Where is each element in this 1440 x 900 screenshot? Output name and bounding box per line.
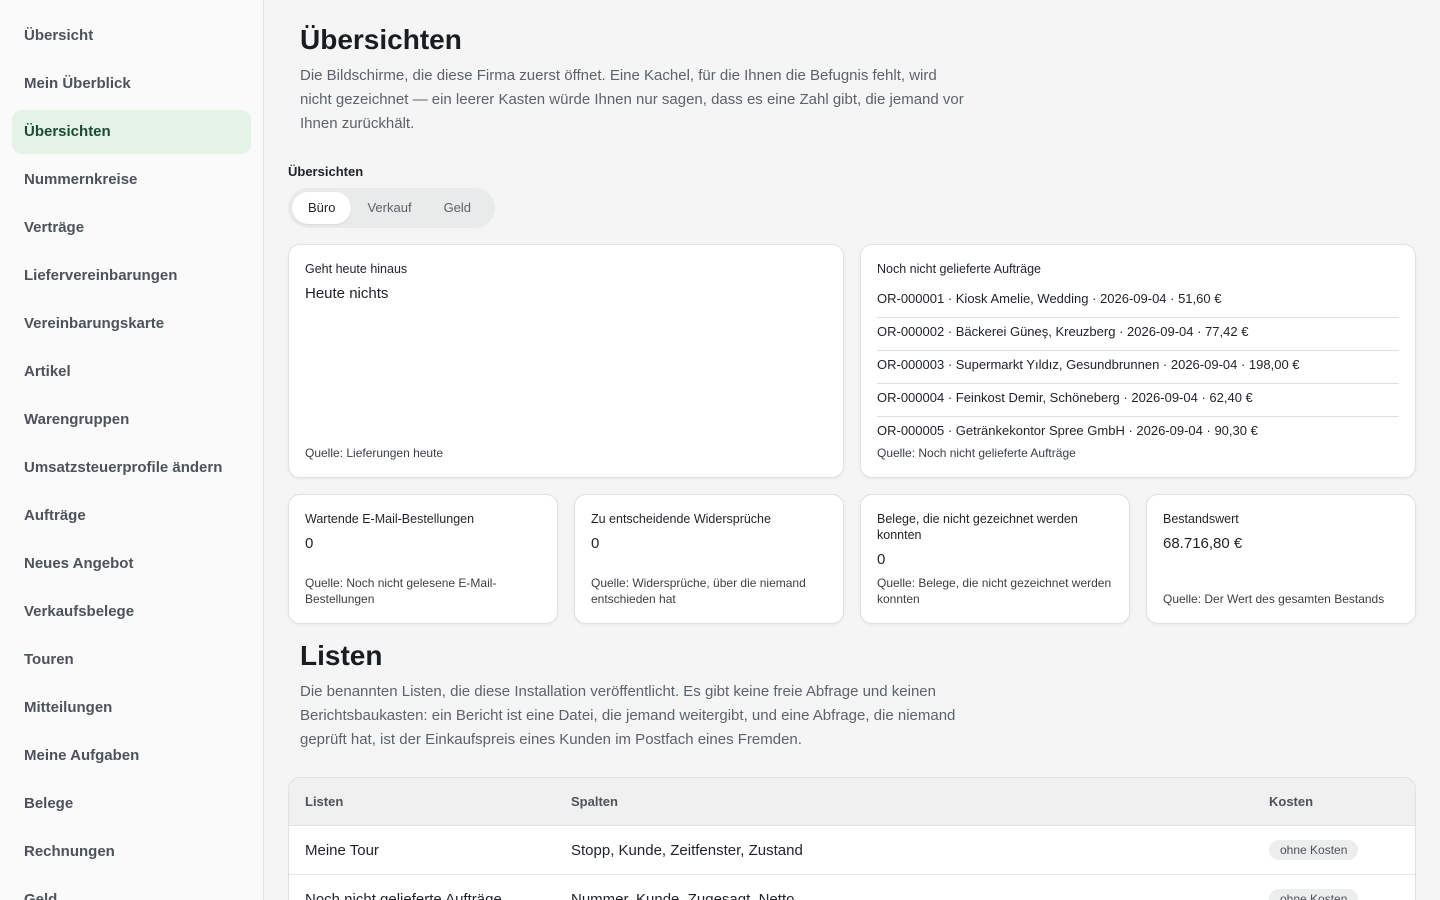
card-value: 0 — [305, 535, 314, 552]
sidebar-item-auftraege[interactable]: Aufträge — [12, 494, 251, 538]
card-today[interactable]: Geht heute hinaus Heute nichts Quelle: L… — [288, 244, 844, 478]
card-title: Geht heute hinaus — [305, 262, 408, 276]
sidebar-item-umsatzsteuerprofile-aendern[interactable]: Umsatzsteuerprofile ändern — [12, 446, 251, 490]
card-source: Quelle: Lieferungen heute — [305, 446, 444, 460]
order-item[interactable]: OR-000004 · Feinkost Demir, Schöneberg ·… — [877, 384, 1399, 417]
sidebar: Übersicht Mein Überblick Übersichten Nummer… — [0, 0, 264, 900]
column-header-listen: Listen — [305, 794, 344, 809]
card-title: Wartende E-Mail-Bestellungen — [305, 512, 475, 526]
page-description: Die Bildschirme, die diese Firma zuerst … — [300, 67, 964, 132]
sidebar-item-verkaufsbelege[interactable]: Verkaufsbelege — [12, 590, 251, 634]
sidebar-item-meine-aufgaben[interactable]: Meine Aufgaben — [12, 734, 251, 778]
sidebar-item-neues-angebot[interactable]: Neues Angebot — [12, 542, 251, 586]
lists-table: Listen Spalten Kosten Meine Tour Stopp, … — [288, 777, 1416, 900]
main-content: Übersichten Die Bildschirme, die diese F… — [288, 0, 1416, 900]
card-disputes[interactable]: Zu entscheidende Widersprüche 0 Quelle: … — [574, 494, 844, 624]
card-undelivered-orders: Noch nicht gelieferte Aufträge OR-000001… — [860, 244, 1416, 478]
sidebar-item-vereinbarungskarte[interactable]: Vereinbarungskarte — [12, 302, 251, 346]
sidebar-item-belege[interactable]: Belege — [12, 782, 251, 826]
card-title: Bestandswert — [1163, 512, 1239, 526]
sidebar-item-geld[interactable]: Geld — [12, 878, 251, 900]
overview-tabs: Büro Verkauf Geld — [288, 188, 495, 228]
overview-group-label: Übersichten — [288, 164, 364, 179]
sidebar-nav: Übersicht Mein Überblick Übersichten Nummer… — [0, 14, 263, 900]
cost-badge: ohne Kosten — [1269, 889, 1359, 900]
column-header-kosten: Kosten — [1269, 794, 1314, 809]
card-value: 0 — [591, 535, 600, 552]
card-value: Heute nichts — [305, 285, 389, 302]
column-header-spalten: Spalten — [571, 794, 618, 809]
card-unsigned-documents[interactable]: Belege, die nicht gezeichnet werden konn… — [860, 494, 1130, 624]
table-row[interactable]: Noch nicht gelieferte Aufträge Nummer, K… — [289, 875, 1415, 900]
sidebar-item-mein-ueberblick[interactable]: Mein Überblick — [12, 62, 251, 106]
card-value: 0 — [877, 551, 886, 568]
cost-badge: ohne Kosten — [1269, 840, 1359, 860]
tab-buero[interactable]: Büro — [292, 192, 352, 224]
order-item[interactable]: OR-000002 · Bäckerei Güneş, Kreuzberg · … — [877, 318, 1399, 351]
order-item[interactable]: OR-000001 · Kiosk Amelie, Wedding · 2026… — [877, 285, 1399, 318]
card-source: Quelle: Noch nicht gelesene E-Mail-Beste… — [305, 576, 497, 606]
list-name: Meine Tour — [305, 841, 379, 859]
card-value: 68.716,80 € — [1163, 535, 1243, 552]
lists-description: Die benannten Listen, die diese Installa… — [300, 683, 956, 748]
card-source: Quelle: Der Wert des gesamten Bestands — [1163, 592, 1385, 606]
card-email-orders[interactable]: Wartende E-Mail-Bestellungen 0 Quelle: N… — [288, 494, 558, 624]
card-source: Quelle: Widersprüche, über die niemand e… — [591, 576, 806, 606]
card-title: Belege, die nicht gezeichnet werden konn… — [877, 512, 1078, 542]
order-list: OR-000001 · Kiosk Amelie, Wedding · 2026… — [877, 285, 1399, 450]
table-row[interactable]: Meine Tour Stopp, Kunde, Zeitfenster, Zu… — [289, 826, 1415, 875]
list-columns: Stopp, Kunde, Zeitfenster, Zustand — [571, 841, 803, 859]
sidebar-item-rechnungen[interactable]: Rechnungen — [12, 830, 251, 874]
list-name: Noch nicht gelieferte Aufträge — [305, 890, 502, 900]
list-columns: Nummer, Kunde, Zugesagt, Netto — [571, 890, 795, 900]
sidebar-item-vertraege[interactable]: Verträge — [12, 206, 251, 250]
sidebar-item-mitteilungen[interactable]: Mitteilungen — [12, 686, 251, 730]
table-header: Listen Spalten Kosten — [289, 778, 1415, 826]
order-item[interactable]: OR-000003 · Supermarkt Yıldız, Gesundbru… — [877, 351, 1399, 384]
sidebar-item-warengruppen[interactable]: Warengruppen — [12, 398, 251, 442]
sidebar-item-nummernkreise[interactable]: Nummernkreise — [12, 158, 251, 202]
sidebar-item-uebersicht[interactable]: Übersicht — [12, 14, 251, 58]
card-stock-value[interactable]: Bestandswert 68.716,80 € Quelle: Der Wer… — [1146, 494, 1416, 624]
card-source: Quelle: Belege, die nicht gezeichnet wer… — [877, 576, 1112, 606]
sidebar-item-liefervereinbarungen[interactable]: Liefervereinbarungen — [12, 254, 251, 298]
tab-geld[interactable]: Geld — [428, 192, 487, 224]
tab-verkauf[interactable]: Verkauf — [351, 192, 427, 224]
card-title: Zu entscheidende Widersprüche — [591, 512, 771, 526]
card-title: Noch nicht gelieferte Aufträge — [877, 262, 1041, 276]
page-title: Übersichten — [300, 24, 462, 55]
sidebar-item-artikel[interactable]: Artikel — [12, 350, 251, 394]
lists-title: Listen — [300, 640, 383, 671]
sidebar-item-uebersichten[interactable]: Übersichten — [12, 110, 251, 154]
sidebar-item-touren[interactable]: Touren — [12, 638, 251, 682]
card-source: Quelle: Noch nicht gelieferte Aufträge — [877, 446, 1076, 460]
